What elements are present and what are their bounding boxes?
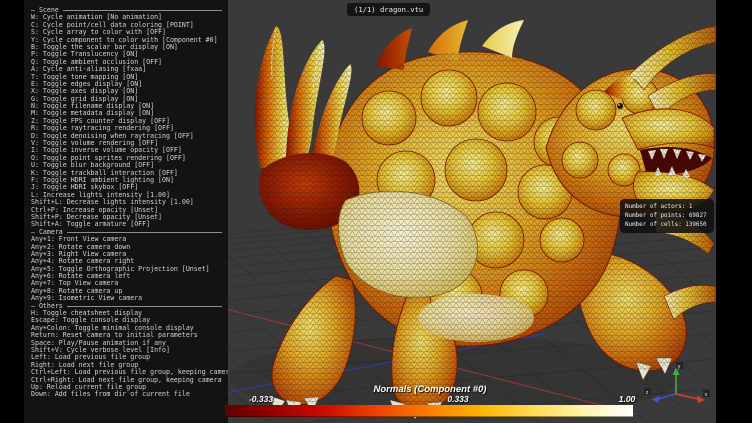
scalar-bar-gradient [225,405,633,417]
scalar-bar-label-min: -0.333 [249,394,273,404]
metadata-points: Number of points: 69827 [625,212,709,221]
screen: y x z — SceneW: Cycle animation [No anim… [0,0,752,423]
metadata-box: Number of actors: 1 Number of points: 69… [620,199,714,233]
filename-badge-text: (1/1) dragon.vtu [354,5,423,14]
y-axis-label: y [678,364,681,370]
scalar-bar-label-max: 1.00 [619,394,636,404]
scalar-bar-title: Normals (Component #0) [374,384,487,395]
z-axis-label: z [646,390,649,396]
cheatsheet: — SceneW: Cycle animation [No animation]… [24,0,228,423]
x-axis-label: x [705,392,708,398]
metadata-cells: Number of cells: 139650 [625,221,709,230]
filename-badge: (1/1) dragon.vtu [347,3,430,16]
metadata-actors: Number of actors: 1 [625,203,709,212]
f3d-window: y x z — SceneW: Cycle animation [No anim… [24,0,716,423]
cheatsheet-line: Down: Add files from dir of current file [31,391,223,398]
scalar-bar-label-mid: 0.333 [447,394,468,404]
